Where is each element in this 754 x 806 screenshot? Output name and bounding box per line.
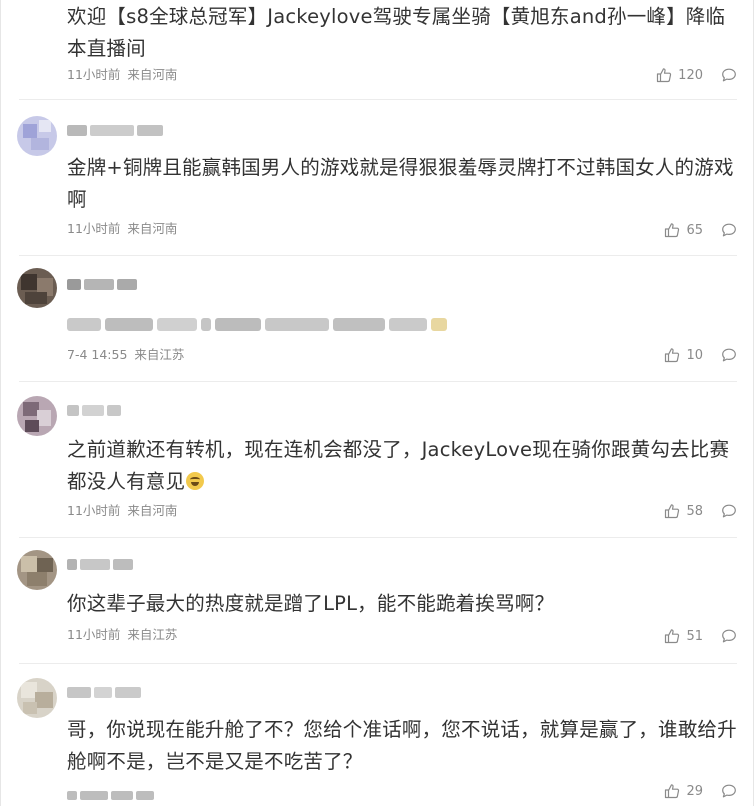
like-button[interactable]: 10 <box>664 347 703 363</box>
like-count: 29 <box>686 783 703 799</box>
thumbs-up-icon <box>665 784 680 799</box>
comment-item: 哥，你说现在能升舱了不？您给个准话啊，您不说话，就算是赢了，谁敢给升舱啊不是，岂… <box>1 664 754 806</box>
comment-actions: 120 <box>656 65 737 85</box>
comment-actions: 10 <box>664 345 737 365</box>
reply-button[interactable] <box>721 347 737 363</box>
comment-text: 你这辈子最大的热度就是蹭了LPL，能不能跪着挨骂啊？ <box>67 592 555 615</box>
avatar <box>17 396 57 436</box>
comment-item: 7-4 14:55 来自江苏 10 <box>1 256 754 382</box>
comment-actions: 65 <box>664 220 737 240</box>
like-button[interactable]: 120 <box>656 67 703 83</box>
like-count: 120 <box>678 67 703 83</box>
username-blurred <box>67 556 133 572</box>
reply-button[interactable] <box>721 503 737 519</box>
like-button[interactable]: 58 <box>664 503 703 519</box>
like-count: 58 <box>686 503 703 519</box>
comment-text: 欢迎【s8全球总冠军】Jackeylove驾驶专属坐骑【黄旭东and孙一峰】降临… <box>67 5 726 60</box>
comment-time: 11小时前 <box>67 503 121 518</box>
comment-bubble-icon <box>722 68 736 82</box>
like-count: 65 <box>686 222 703 238</box>
like-button[interactable]: 65 <box>664 222 703 238</box>
comment-item: 金牌+铜牌且能赢韩国男人的游戏就是得狠狠羞辱灵牌打不过韩国女人的游戏啊 11小时… <box>1 100 754 256</box>
comment-text-blurred <box>67 314 447 334</box>
comment-location: 来自江苏 <box>127 627 178 642</box>
avatar <box>17 268 57 308</box>
avatar <box>17 116 57 156</box>
username-blurred <box>67 276 137 292</box>
meta-blurred <box>67 788 154 802</box>
thumbs-up-icon <box>665 348 680 363</box>
thumbs-up-icon <box>665 629 680 644</box>
comment-item: 之前道歉还有转机，现在连机会都没了，JackeyLove现在骑你跟黄勾去比赛都没… <box>1 382 754 538</box>
like-button[interactable]: 29 <box>664 783 703 799</box>
comment-location: 来自江苏 <box>134 347 185 362</box>
avatar <box>17 678 57 718</box>
comment-feed: 欢迎【s8全球总冠军】Jackeylove驾驶专属坐骑【黄旭东and孙一峰】降临… <box>0 0 754 806</box>
like-count: 51 <box>686 628 703 644</box>
comment-text: 哥，你说现在能升舱了不？您给个准话啊，您不说话，就算是赢了，谁敢给升舱啊不是，岂… <box>67 718 737 773</box>
comment-actions: 51 <box>664 626 737 646</box>
reply-button[interactable] <box>721 628 737 644</box>
comment-actions: 29 <box>664 781 737 801</box>
thumbs-up-icon <box>665 504 680 519</box>
comment-location: 来自河南 <box>127 503 178 518</box>
comment-bubble-icon <box>722 348 736 362</box>
comment-bubble-icon <box>722 223 736 237</box>
comment-bubble-icon <box>722 629 736 643</box>
comment-item: 你这辈子最大的热度就是蹭了LPL，能不能跪着挨骂啊？ 11小时前 来自江苏 51 <box>1 538 754 664</box>
comment-bubble-icon <box>722 784 736 798</box>
comment-meta: 11小时前 来自河南 <box>67 66 177 84</box>
comment-location: 来自河南 <box>127 67 178 82</box>
comment-actions: 58 <box>664 501 737 521</box>
comment-meta: 11小时前 来自江苏 <box>67 626 177 644</box>
comment-time: 11小时前 <box>67 627 121 642</box>
comment-time: 11小时前 <box>67 67 121 82</box>
like-count: 10 <box>686 347 703 363</box>
reply-button[interactable] <box>721 222 737 238</box>
comment-location: 来自河南 <box>127 221 178 236</box>
username-blurred <box>67 402 121 418</box>
thumbs-up-icon <box>665 223 680 238</box>
laughing-crying-emoji-icon <box>186 472 205 490</box>
reply-button[interactable] <box>721 783 737 799</box>
thumbs-up-icon <box>657 68 672 83</box>
comment-time: 7-4 14:55 <box>67 347 128 362</box>
avatar <box>17 550 57 590</box>
comment-bubble-icon <box>722 504 736 518</box>
comment-meta: 11小时前 来自河南 <box>67 502 177 520</box>
comment-time: 11小时前 <box>67 221 121 236</box>
like-button[interactable]: 51 <box>664 628 703 644</box>
comment-text: 之前道歉还有转机，现在连机会都没了，JackeyLove现在骑你跟黄勾去比赛都没… <box>67 434 737 498</box>
reply-button[interactable] <box>721 67 737 83</box>
comment-text: 金牌+铜牌且能赢韩国男人的游戏就是得狠狠羞辱灵牌打不过韩国女人的游戏啊 <box>67 156 734 211</box>
comment-meta: 11小时前 来自河南 <box>67 220 177 238</box>
comment-item: 欢迎【s8全球总冠军】Jackeylove驾驶专属坐骑【黄旭东and孙一峰】降临… <box>1 0 754 100</box>
username-blurred <box>67 684 141 700</box>
comment-meta: 7-4 14:55 来自江苏 <box>67 346 184 364</box>
username-blurred <box>67 122 163 138</box>
comment-text-body: 之前道歉还有转机，现在连机会都没了，JackeyLove现在骑你跟黄勾去比赛都没… <box>67 438 730 493</box>
